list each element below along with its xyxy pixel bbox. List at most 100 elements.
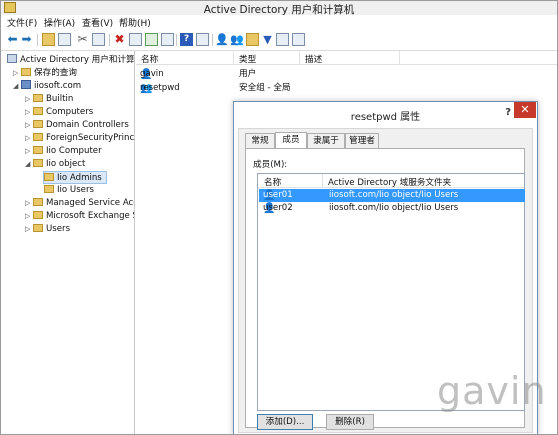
folder-icon: [33, 94, 43, 102]
column-name[interactable]: 名称: [141, 53, 158, 65]
column-divider[interactable]: [322, 174, 323, 188]
view-icon[interactable]: [196, 33, 209, 46]
expand-icon[interactable]: ▷: [25, 132, 33, 145]
tree-item-computers[interactable]: ▷ Computers: [25, 106, 93, 119]
new-group-icon[interactable]: 👥: [230, 33, 244, 46]
tab-managed-by[interactable]: 管理者: [345, 133, 379, 148]
list-row-resetpwd[interactable]: 👥 resetpwd 安全组 - 全局: [136, 81, 406, 96]
add-button[interactable]: 添加(D)...: [257, 414, 313, 430]
list-header: 名称 类型 描述: [136, 51, 557, 65]
back-arrow-icon[interactable]: ⬅: [6, 33, 19, 46]
expand-icon[interactable]: ▷: [25, 210, 33, 223]
folder-icon: [21, 68, 31, 76]
column-divider[interactable]: [299, 51, 300, 65]
tree-item-domain-controllers[interactable]: ▷ Domain Controllers: [25, 119, 129, 132]
toolbar: ⬅ ➡ ✂ ✖ ? 👤 👥 ▼: [1, 29, 557, 51]
menu-bar: 文件(F) 操作(A) 查看(V) 帮助(H): [1, 15, 557, 29]
copy-icon[interactable]: [92, 33, 105, 46]
column-name[interactable]: 名称: [264, 176, 281, 188]
tree-item-builtin[interactable]: ▷ Builtin: [25, 93, 73, 106]
member-row-user01[interactable]: 👤 user01 iiosoft.com/Iio object/Iio Users: [259, 189, 525, 202]
expand-icon[interactable]: ▷: [13, 67, 21, 80]
column-ad-folder[interactable]: Active Directory 域服务文件夹: [328, 176, 451, 188]
tree-item-managed-service[interactable]: ▷ Managed Service Acco: [25, 197, 134, 210]
expand-icon[interactable]: ▷: [25, 106, 33, 119]
tab-member-of[interactable]: 隶属于: [307, 133, 345, 148]
domain-icon: [21, 80, 31, 89]
column-divider[interactable]: [233, 51, 234, 65]
collapse-icon[interactable]: ◢: [13, 80, 21, 93]
folder-icon: [33, 198, 43, 206]
expand-icon[interactable]: ▷: [25, 145, 33, 158]
refresh-icon[interactable]: [145, 33, 158, 46]
members-label: 成员(M):: [253, 160, 288, 170]
new-ou-icon[interactable]: [246, 33, 259, 46]
export-list-icon[interactable]: [161, 33, 174, 46]
forward-arrow-icon[interactable]: ➡: [20, 33, 33, 46]
toolbar-separator: [37, 34, 38, 46]
close-button[interactable]: ✕: [514, 102, 536, 118]
folder-icon: [33, 107, 43, 115]
row-name-text: gavin: [140, 69, 164, 79]
column-description[interactable]: 描述: [305, 53, 322, 65]
cut-icon[interactable]: ✂: [76, 33, 89, 46]
tab-general[interactable]: 常规: [245, 133, 275, 148]
member-row-user02[interactable]: 👤 user02 iiosoft.com/Iio object/Iio Users: [259, 202, 525, 215]
tree-item-foreign-security[interactable]: ▷ForeignSecurityPrincipa: [25, 132, 134, 145]
member-folder-cell: iiosoft.com/Iio object/Iio Users: [329, 190, 459, 200]
help-button[interactable]: ?: [505, 107, 511, 118]
folder-icon: [44, 173, 54, 181]
help-icon[interactable]: ?: [180, 33, 193, 46]
expand-icon[interactable]: ▷: [25, 93, 33, 106]
find-icon[interactable]: [276, 33, 289, 46]
toolbar-separator: [176, 34, 177, 46]
tree-item-saved-queries[interactable]: ▷ 保存的查询: [13, 67, 77, 80]
up-folder-icon[interactable]: [42, 33, 55, 46]
member-name-text: user01: [263, 190, 293, 200]
menu-action[interactable]: 操作(A): [44, 16, 75, 29]
new-user-icon[interactable]: 👤: [215, 33, 229, 46]
tree-item-users[interactable]: ▷ Users: [25, 223, 70, 236]
tree-item-iio-users[interactable]: Iio Users: [44, 184, 94, 197]
menu-file[interactable]: 文件(F): [7, 16, 37, 29]
members-list-header: 名称 Active Directory 域服务文件夹: [258, 174, 524, 188]
remove-button[interactable]: 删除(R): [326, 414, 374, 430]
row-type-cell: 用户: [239, 69, 257, 79]
expand-icon[interactable]: ▷: [25, 197, 33, 210]
folder-icon: [33, 146, 43, 154]
main-window: Active Directory 用户和计算机 文件(F) 操作(A) 查看(V…: [0, 0, 558, 435]
tree-item-domain[interactable]: ◢ iiosoft.com: [13, 80, 81, 93]
row-type-cell: 安全组 - 全局: [239, 83, 291, 93]
tree-item-iio-admins[interactable]: Iio Admins: [43, 171, 107, 184]
watermark-text: gavin: [437, 369, 547, 413]
folder-icon: [33, 120, 43, 128]
member-name-text: user02: [263, 203, 293, 213]
tree-item-exchange[interactable]: ▷ Microsoft Exchange Se: [25, 210, 134, 223]
expand-icon[interactable]: ▷: [25, 223, 33, 236]
folder-icon: [33, 159, 43, 167]
title-bar: Active Directory 用户和计算机: [1, 1, 557, 16]
list-row-gavin[interactable]: 👤 gavin 用户: [136, 67, 406, 82]
add-to-group-icon[interactable]: [292, 33, 305, 46]
tab-members[interactable]: 成员: [275, 132, 307, 148]
collapse-icon[interactable]: ◢: [25, 158, 33, 171]
menu-help[interactable]: 帮助(H): [119, 16, 151, 29]
tree-item-root[interactable]: Active Directory 用户和计算机: [7, 54, 134, 67]
folder-icon: [33, 211, 43, 219]
tree-item-iio-computer[interactable]: ▷ Iio Computer: [25, 145, 102, 158]
column-divider[interactable]: [399, 51, 400, 65]
dialog-title: resetpwd 属性: [350, 112, 421, 123]
column-type[interactable]: 类型: [239, 53, 256, 65]
folder-icon: [33, 224, 43, 232]
dialog-title-bar: resetpwd 属性 ? ✕: [234, 102, 537, 126]
expand-icon[interactable]: ▷: [25, 119, 33, 132]
show-tree-icon[interactable]: [58, 33, 71, 46]
menu-view[interactable]: 查看(V): [82, 16, 113, 29]
tree-item-iio-object[interactable]: ◢ Iio object: [25, 158, 85, 171]
delete-icon[interactable]: ✖: [113, 33, 126, 46]
member-folder-cell: iiosoft.com/Iio object/Iio Users: [329, 203, 459, 213]
ad-icon: [7, 54, 17, 63]
filter-icon[interactable]: ▼: [261, 33, 274, 46]
properties-icon[interactable]: [129, 33, 142, 46]
toolbar-separator: [109, 34, 110, 46]
